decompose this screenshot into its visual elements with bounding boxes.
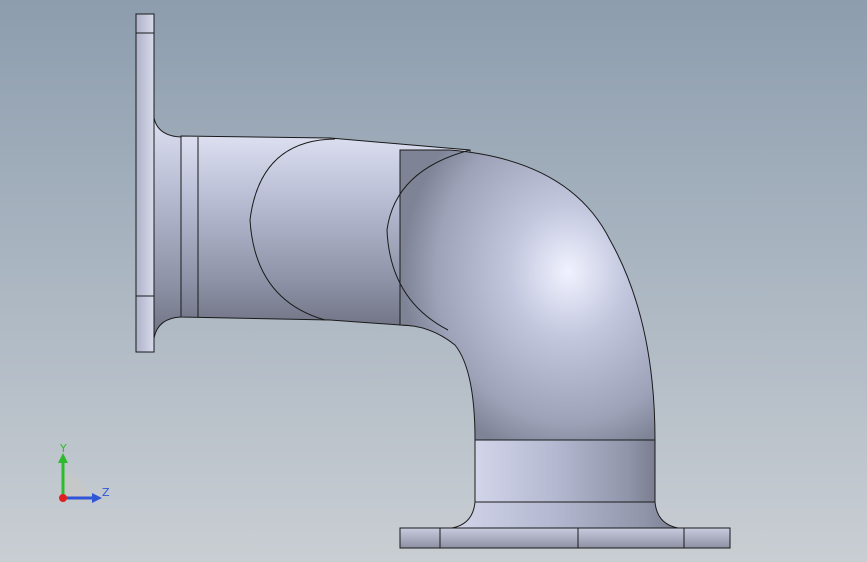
z-axis-label: Z [102, 486, 110, 499]
pipe-elbow-model[interactable] [0, 0, 867, 562]
bottom-flange[interactable] [399, 527, 731, 549]
graphics-viewport[interactable]: Y Z [0, 0, 867, 562]
y-axis-label: Y [60, 442, 67, 455]
left-flange[interactable] [135, 13, 182, 353]
triad-plane [63, 474, 87, 498]
x-axis-dot-icon [59, 494, 67, 502]
elbow-body[interactable] [180, 135, 679, 529]
orientation-triad: Y Z [48, 440, 118, 510]
triad-axes [58, 453, 102, 503]
z-axis-arrow-icon [92, 493, 102, 503]
